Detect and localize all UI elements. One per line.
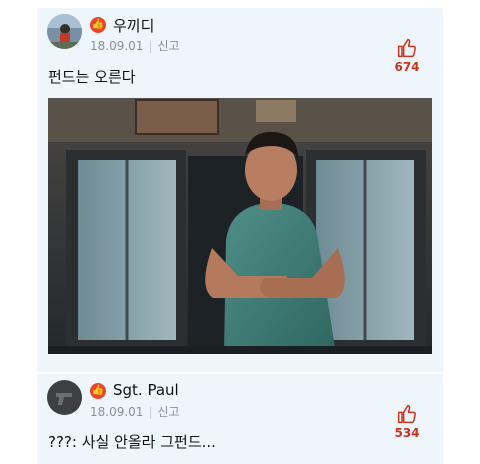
comment-text: ???: 사실 안올라 그펀드...: [48, 433, 216, 451]
comment-author[interactable]: Sgt. Paul: [113, 381, 179, 399]
comment-text: 펀드는 오른다: [48, 68, 136, 86]
comment-date: 18.09.01: [90, 39, 144, 53]
comment-date: 18.09.01: [90, 405, 144, 419]
avatar[interactable]: [47, 380, 82, 415]
like-count: 534: [394, 426, 420, 440]
thumbs-up-icon: [397, 404, 416, 424]
thumbs-up-icon: [397, 38, 416, 58]
comment-card: 👍 우끼디 18.09.01 | 신고 펀드는 오른다 674: [37, 8, 443, 372]
avatar[interactable]: [47, 14, 82, 49]
comment-photo[interactable]: [48, 98, 432, 354]
report-button[interactable]: 신고: [157, 405, 179, 419]
comment-card: 👍 Sgt. Paul 18.09.01 | 신고 ???: 사실 안올라 그펀드.…: [37, 374, 443, 464]
report-button[interactable]: 신고: [157, 39, 179, 53]
like-count: 674: [394, 60, 420, 74]
thumbs-up-badge-icon: 👍: [90, 17, 106, 33]
comment-author[interactable]: 우끼디: [113, 15, 154, 36]
comment-meta: 18.09.01 | 신고: [90, 39, 180, 53]
comment-meta: 18.09.01 | 신고: [90, 405, 180, 419]
like-button[interactable]: 674: [391, 38, 423, 74]
thumbs-up-badge-icon: 👍: [90, 383, 106, 399]
like-button[interactable]: 534: [391, 404, 423, 440]
